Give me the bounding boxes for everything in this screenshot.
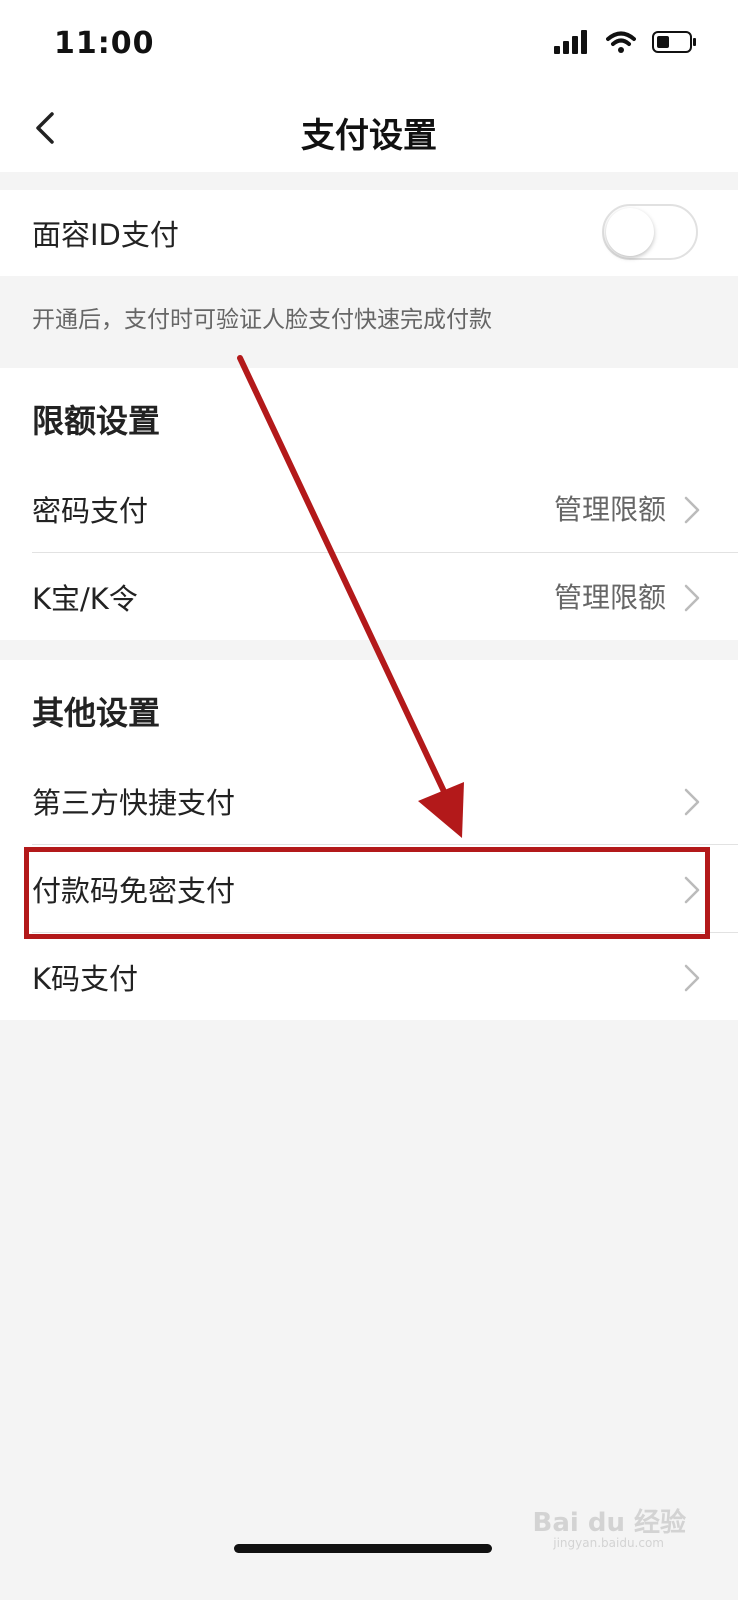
annotation-highlight-box bbox=[24, 847, 710, 939]
limit-row-kbao[interactable]: K宝/K令 管理限额 bbox=[0, 552, 738, 642]
limit-row-password[interactable]: 密码支付 管理限额 bbox=[0, 464, 738, 554]
other-heading: 其他设置 bbox=[32, 694, 161, 732]
limit-row-label: 密码支付 bbox=[32, 494, 149, 528]
other-section: 其他设置 第三方快捷支付 付款码免密支付 K码支付 bbox=[0, 660, 738, 1020]
nav-bar: 支付设置 bbox=[0, 90, 738, 172]
face-id-row: 面容ID支付 bbox=[0, 190, 738, 276]
face-id-label: 面容ID支付 bbox=[32, 218, 179, 252]
face-id-toggle[interactable] bbox=[602, 204, 698, 260]
page-title: 支付设置 bbox=[301, 116, 437, 156]
chevron-right-icon bbox=[684, 964, 700, 992]
chevron-right-icon bbox=[684, 788, 700, 816]
status-bar: 11:00 bbox=[0, 0, 738, 90]
limit-row-value: 管理限额 bbox=[553, 493, 666, 526]
toggle-knob bbox=[606, 208, 654, 256]
other-row-third-party[interactable]: 第三方快捷支付 bbox=[0, 756, 738, 846]
watermark-sub: jingyan.baidu.com bbox=[553, 1536, 664, 1550]
chevron-right-icon bbox=[684, 584, 700, 612]
face-id-hint: 开通后，支付时可验证人脸支付快速完成付款 bbox=[32, 307, 492, 333]
limit-row-value: 管理限额 bbox=[553, 581, 666, 614]
home-indicator[interactable] bbox=[234, 1544, 492, 1553]
limit-row-label: K宝/K令 bbox=[32, 582, 138, 616]
other-row-label: K码支付 bbox=[32, 962, 139, 996]
chevron-right-icon bbox=[684, 496, 700, 524]
signal-bars-icon bbox=[554, 30, 587, 54]
limits-section: 限额设置 密码支付 管理限额 K宝/K令 管理限额 bbox=[0, 368, 738, 640]
other-row-kcode[interactable]: K码支付 bbox=[0, 932, 738, 1022]
watermark: Bai du 经验 bbox=[532, 1508, 687, 1538]
limits-heading: 限额设置 bbox=[32, 402, 161, 440]
battery-icon bbox=[652, 31, 696, 53]
status-icons bbox=[554, 30, 698, 54]
status-time: 11:00 bbox=[54, 26, 155, 61]
face-id-section: 面容ID支付 bbox=[0, 190, 738, 276]
wifi-icon bbox=[606, 31, 636, 53]
other-row-label: 第三方快捷支付 bbox=[32, 786, 236, 820]
